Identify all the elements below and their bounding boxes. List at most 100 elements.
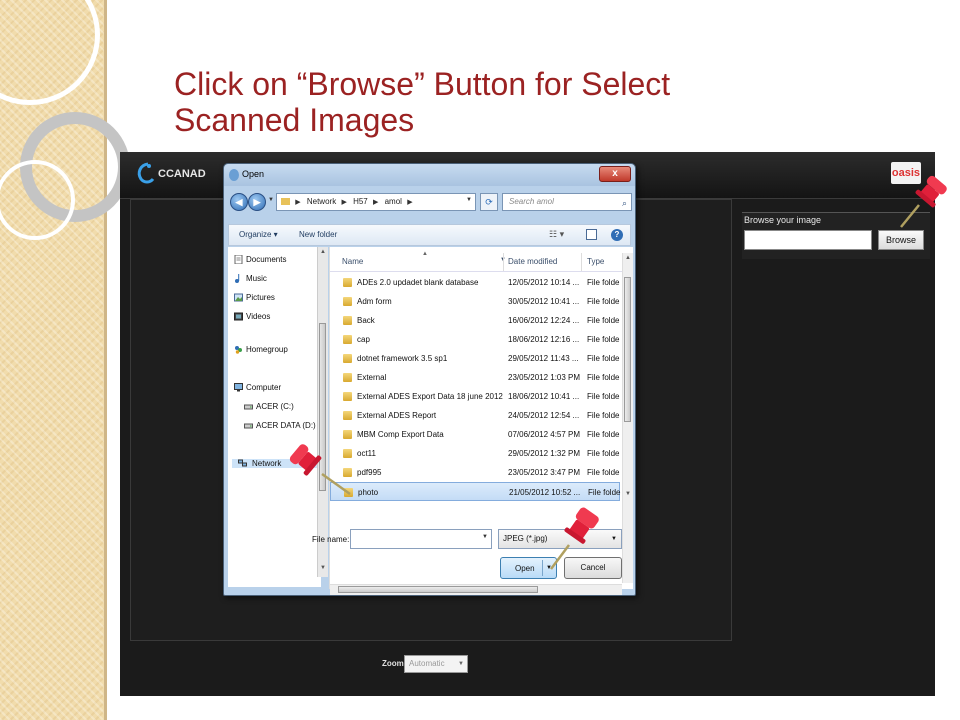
breadcrumb-separator-icon: ▶ <box>407 199 413 206</box>
scrollbar-thumb[interactable] <box>624 277 631 422</box>
drive-icon <box>244 423 253 429</box>
chevron-down-icon: ▼ <box>458 661 464 667</box>
nav-item-label: Network <box>252 459 282 468</box>
address-bar: ◀ ▶ ▼ ▶ Network ▶ H57 ▶ amol ▶ ▼ ⟳ Searc… <box>228 191 632 213</box>
scroll-down-icon[interactable]: ▼ <box>625 491 631 497</box>
documents-icon <box>234 255 243 264</box>
chevron-down-icon[interactable]: ▼ <box>268 197 274 203</box>
nav-item-homegroup[interactable]: Homegroup <box>235 345 288 354</box>
file-row[interactable]: oct11 29/05/2012 1:32 PM File folder <box>330 444 620 463</box>
file-date: 16/06/2012 12:24 ... <box>508 316 580 325</box>
folder-icon <box>343 316 352 325</box>
slide-title-line-1: Click on “Browse” Button for Select <box>174 66 671 102</box>
zoom-value: Automatic <box>409 659 445 668</box>
app-name: CCANAD <box>158 168 206 180</box>
file-name: pdf995 <box>357 468 382 477</box>
file-name: cap <box>357 335 370 344</box>
forward-arrow-icon[interactable]: ▶ <box>248 193 266 211</box>
music-icon <box>235 274 240 283</box>
refresh-icon[interactable]: ⟳ <box>480 193 498 211</box>
file-name: External <box>357 373 387 382</box>
browse-file-input[interactable] <box>744 230 872 250</box>
breadcrumb-segment[interactable]: H57 <box>353 197 368 206</box>
file-row[interactable]: MBM Comp Export Data 07/06/2012 4:57 PM Fi… <box>330 425 620 444</box>
computer-icon <box>234 383 243 392</box>
file-date: 18/06/2012 10:41 ... <box>508 392 580 401</box>
breadcrumb-separator-icon: ▶ <box>372 199 379 206</box>
scroll-up-icon[interactable]: ▲ <box>625 255 631 261</box>
file-date: 24/05/2012 12:54 ... <box>508 411 580 420</box>
column-header-type[interactable]: Type <box>587 257 604 266</box>
new-folder-button[interactable]: New folder <box>299 230 337 239</box>
filename-input[interactable]: ▼ <box>350 529 492 549</box>
slide-strip-edge <box>104 0 107 720</box>
network-icon <box>238 459 247 467</box>
file-row[interactable]: External ADES Report 24/05/2012 12:54 ...… <box>330 406 620 425</box>
zoom-select[interactable]: Automatic ▼ <box>404 655 468 673</box>
nav-item-label: Music <box>246 274 267 283</box>
file-row[interactable]: External 23/05/2012 1:03 PM File folder <box>330 368 620 387</box>
file-date: 18/06/2012 12:16 ... <box>508 335 580 344</box>
organize-menu-button[interactable]: Organize ▾ <box>239 230 278 239</box>
file-name: Back <box>357 316 375 325</box>
file-date: 12/05/2012 10:14 ... <box>508 278 580 287</box>
file-row[interactable]: dotnet framework 3.5 sp1 29/05/2012 11:43… <box>330 349 620 368</box>
nav-item-label: ACER (C:) <box>256 402 294 411</box>
file-row[interactable]: ADEs 2.0 updadet blank database 12/05/201… <box>330 273 620 292</box>
nav-item-drive-c[interactable]: ACER (C:) <box>244 402 294 411</box>
file-type: File folder <box>587 449 620 458</box>
scroll-up-icon[interactable]: ▲ <box>320 249 326 255</box>
breadcrumb-segment[interactable]: Network <box>307 197 336 206</box>
column-header-date[interactable]: Date modified <box>508 257 557 266</box>
browse-label: Browse your image <box>744 215 822 225</box>
breadcrumb-separator-icon: ▶ <box>295 199 301 206</box>
folder-icon <box>343 411 352 420</box>
search-placeholder: Search amol <box>509 197 554 206</box>
folder-icon <box>343 297 352 306</box>
chevron-down-icon[interactable]: ▼ <box>482 534 488 540</box>
column-header-name[interactable]: Name <box>342 257 363 266</box>
close-button[interactable]: x <box>599 166 631 182</box>
nav-item-label: Documents <box>246 255 287 264</box>
column-divider[interactable] <box>581 253 582 271</box>
file-name: External ADES Report <box>357 411 437 420</box>
nav-item-music[interactable]: Music <box>235 274 267 283</box>
slide-title: Click on “Browse” Button for Select Scan… <box>174 66 670 138</box>
file-type: File folder <box>587 335 620 344</box>
help-icon[interactable]: ? <box>611 229 623 241</box>
address-field[interactable]: ▶ Network ▶ H57 ▶ amol ▶ <box>276 193 476 211</box>
file-type: File folder <box>587 430 620 439</box>
file-type: File folder <box>587 373 620 382</box>
file-name: MBM Comp Export Data <box>357 430 444 439</box>
change-view-icon[interactable]: ☷ ▾ <box>549 229 564 240</box>
file-row[interactable]: cap 18/06/2012 12:16 ... File folder <box>330 330 620 349</box>
nav-item-computer[interactable]: Computer <box>234 383 281 392</box>
file-date: 29/05/2012 11:43 ... <box>508 354 579 363</box>
breadcrumb-segment[interactable]: amol <box>385 197 402 206</box>
videos-icon <box>234 312 243 321</box>
split-divider <box>542 560 543 576</box>
folder-icon <box>343 278 352 287</box>
chevron-down-icon[interactable]: ▼ <box>466 197 472 203</box>
nav-item-videos[interactable]: Videos <box>234 312 270 321</box>
browse-button[interactable]: Browse <box>878 230 924 250</box>
nav-item-drive-d[interactable]: ACER DATA (D:) <box>244 421 316 430</box>
open-button-label: Open <box>515 564 535 573</box>
search-icon: ⌕ <box>621 198 627 208</box>
back-arrow-icon[interactable]: ◀ <box>230 193 248 211</box>
file-row[interactable]: External ADES Export Data 18 june 2012 18… <box>330 387 620 406</box>
breadcrumb-separator-icon: ▶ <box>341 199 347 206</box>
file-row[interactable]: Adm form 30/05/2012 10:41 ... File folder <box>330 292 620 311</box>
search-input[interactable]: Search amol ⌕ <box>502 193 632 211</box>
file-row[interactable]: Back 16/06/2012 12:24 ... File folder <box>330 311 620 330</box>
nav-item-pictures[interactable]: Pictures <box>234 293 275 302</box>
preview-pane-icon[interactable] <box>586 229 597 240</box>
column-divider[interactable] <box>503 253 504 271</box>
file-date: 23/05/2012 3:47 PM <box>508 468 581 477</box>
file-type: File folder <box>587 411 620 420</box>
pushpin-icon <box>289 444 351 496</box>
dialog-titlebar[interactable]: Open x <box>224 164 635 186</box>
file-row[interactable]: pdf995 23/05/2012 3:47 PM File folder <box>330 463 620 482</box>
nav-item-documents[interactable]: Documents <box>234 255 287 264</box>
folder-icon <box>343 373 352 382</box>
